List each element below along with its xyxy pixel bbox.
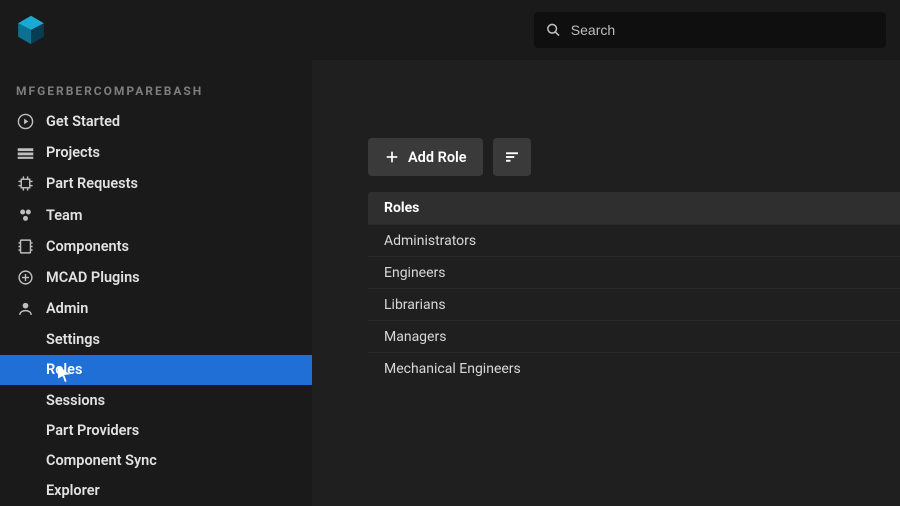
search-icon: [546, 22, 561, 38]
table-row[interactable]: Managers: [368, 320, 900, 352]
add-role-button[interactable]: Add Role: [368, 138, 483, 176]
sidebar-item-projects[interactable]: Projects: [0, 137, 312, 168]
admin-sub-sessions[interactable]: Sessions: [0, 385, 312, 415]
app-root: MFGERBERCOMPAREBASH Get Started Projects…: [0, 0, 900, 506]
plugin-icon: [16, 269, 34, 287]
table-row[interactable]: Administrators: [368, 224, 900, 256]
cube-icon: [14, 13, 48, 47]
table-header-label: Roles: [384, 200, 419, 216]
sidebar-item-team[interactable]: Team: [0, 200, 312, 231]
app-logo[interactable]: [14, 13, 48, 47]
sidebar-item-admin[interactable]: Admin: [0, 293, 312, 324]
table-row[interactable]: Librarians: [368, 288, 900, 320]
components-icon: [16, 237, 34, 255]
sidebar-item-label: Components: [46, 238, 129, 255]
sort-icon: [503, 148, 521, 166]
admin-sub-part-providers[interactable]: Part Providers: [0, 415, 312, 445]
sidebar-item-label: MCAD Plugins: [46, 269, 140, 286]
toolbar: Add Role: [368, 138, 531, 176]
sidebar-item-label: Team: [46, 207, 82, 224]
admin-icon: [16, 300, 34, 318]
sidebar-item-label: Admin: [46, 300, 88, 317]
admin-sub-settings[interactable]: Settings: [0, 324, 312, 354]
admin-sub-roles[interactable]: Roles: [0, 355, 312, 385]
chip-icon: [16, 175, 34, 193]
sidebar: MFGERBERCOMPAREBASH Get Started Projects…: [0, 60, 312, 506]
sidebar-item-components[interactable]: Components: [0, 231, 312, 262]
sidebar-item-part-requests[interactable]: Part Requests: [0, 168, 312, 199]
main-content: Add Role Roles Administrators Engineers …: [312, 60, 900, 506]
sidebar-item-label: Projects: [46, 144, 100, 161]
folder-icon: [16, 144, 34, 162]
table-row[interactable]: Mechanical Engineers: [368, 352, 900, 384]
body: MFGERBERCOMPAREBASH Get Started Projects…: [0, 60, 900, 506]
play-icon: [16, 113, 34, 131]
topbar: [0, 0, 900, 60]
table-row[interactable]: Engineers: [368, 256, 900, 288]
roles-table: Roles Administrators Engineers Librarian…: [368, 192, 900, 384]
team-icon: [16, 206, 34, 224]
add-role-label: Add Role: [408, 149, 467, 166]
search-field[interactable]: [534, 12, 886, 48]
table-header: Roles: [368, 192, 900, 224]
sort-button[interactable]: [493, 138, 531, 176]
admin-sub-explorer[interactable]: Explorer: [0, 476, 312, 506]
sidebar-item-label: Part Requests: [46, 175, 138, 192]
search-input[interactable]: [571, 22, 874, 38]
admin-sub-component-sync[interactable]: Component Sync: [0, 445, 312, 475]
plus-icon: [384, 149, 400, 165]
workspace-name: MFGERBERCOMPAREBASH: [0, 84, 312, 106]
sidebar-item-get-started[interactable]: Get Started: [0, 106, 312, 137]
sidebar-item-mcad-plugins[interactable]: MCAD Plugins: [0, 262, 312, 293]
sidebar-item-label: Get Started: [46, 113, 120, 130]
